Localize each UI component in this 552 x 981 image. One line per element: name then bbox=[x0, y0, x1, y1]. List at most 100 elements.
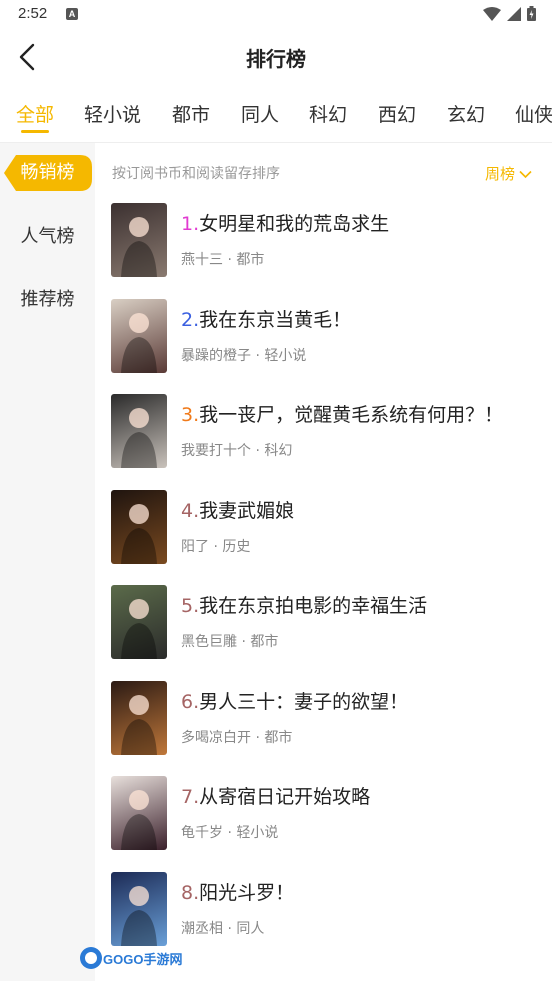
book-rank: 6. bbox=[181, 690, 200, 713]
book-meta: 阳了 · 历史 bbox=[181, 536, 250, 556]
book-title: 3.我一丧尸，觉醒黄毛系统有何用？！ bbox=[181, 400, 503, 427]
book-title-text: 阳光斗罗！ bbox=[199, 881, 295, 904]
book-title-text: 女明星和我的荒岛求生 bbox=[199, 213, 390, 235]
book-meta: 潮丞相 · 同人 bbox=[181, 918, 264, 938]
book-title: 6.男人三十：妻子的欲望！ bbox=[181, 687, 408, 714]
book-title: 2.我在东京当黄毛！ bbox=[181, 305, 351, 332]
book-rank: 1. bbox=[181, 213, 200, 235]
book-meta: 燕十三 · 都市 bbox=[181, 249, 264, 269]
meta-separator: · bbox=[251, 347, 265, 364]
book-genre: 科幻 bbox=[264, 443, 293, 459]
tab-fan-fiction[interactable]: 同人 bbox=[241, 100, 279, 127]
meta-separator: · bbox=[237, 634, 251, 650]
tab-all[interactable]: 全部 bbox=[16, 100, 54, 127]
tab-eastern-fantasy[interactable]: 玄幻 bbox=[447, 100, 485, 127]
book-author: 燕十三 bbox=[181, 252, 223, 268]
book-title-text: 从寄宿日记开始攻略 bbox=[199, 786, 371, 808]
book-cover-image bbox=[111, 489, 167, 564]
book-meta: 我要打十个 · 科幻 bbox=[181, 440, 292, 460]
book-rank: 5. bbox=[181, 595, 200, 617]
book-title-text: 我妻武媚娘 bbox=[199, 499, 295, 522]
header: 排行榜 bbox=[0, 30, 552, 86]
meta-separator: · bbox=[223, 252, 237, 268]
book-cover-image bbox=[111, 776, 167, 850]
meta-separator: · bbox=[251, 729, 265, 746]
book-title: 4.我妻武媚娘 bbox=[181, 496, 294, 523]
book-row[interactable]: 7.从寄宿日记开始攻略龟千岁 · 轻小说 bbox=[111, 776, 541, 854]
meta-separator: · bbox=[223, 825, 237, 841]
book-rank: 7. bbox=[181, 786, 200, 808]
book-row[interactable]: 2.我在东京当黄毛！ 暴躁的橙子 · 轻小说 bbox=[111, 298, 541, 377]
book-row[interactable]: 5.我在东京拍电影的幸福生活黑色巨雕 · 都市 bbox=[111, 585, 541, 663]
book-meta: 暴躁的橙子 · 轻小说 bbox=[181, 345, 306, 365]
book-cover-image bbox=[111, 298, 167, 373]
tab-xianxia[interactable]: 仙侠 bbox=[515, 100, 552, 127]
book-title: 7.从寄宿日记开始攻略 bbox=[181, 782, 370, 809]
book-genre: 都市 bbox=[264, 729, 293, 746]
book-author: 暴躁的橙子 bbox=[181, 347, 251, 364]
status-icons bbox=[483, 6, 536, 21]
book-meta: 多喝凉白开 · 都市 bbox=[181, 727, 292, 747]
chevron-down-icon bbox=[519, 170, 532, 179]
book-title-text: 我一丧尸，觉醒黄毛系统有何用？！ bbox=[199, 404, 504, 426]
signal-icon bbox=[507, 6, 521, 21]
book-cover-image bbox=[111, 585, 167, 659]
book-meta: 黑色巨雕 · 都市 bbox=[181, 631, 278, 651]
tab-urban[interactable]: 都市 bbox=[172, 100, 210, 127]
period-dropdown[interactable]: 周榜 bbox=[485, 163, 532, 184]
book-row[interactable]: 1.女明星和我的荒岛求生燕十三 · 都市 bbox=[111, 203, 541, 281]
book-author: 黑色巨雕 bbox=[181, 634, 237, 650]
book-rank: 4. bbox=[181, 499, 200, 522]
book-genre: 都市 bbox=[250, 634, 279, 650]
book-author: 龟千岁 bbox=[181, 825, 223, 841]
book-genre: 轻小说 bbox=[264, 347, 307, 364]
sidebar-item-bestseller[interactable]: 畅销榜 bbox=[0, 155, 95, 191]
book-title-text: 男人三十：妻子的欲望！ bbox=[199, 690, 409, 713]
tab-sci-fi[interactable]: 科幻 bbox=[309, 100, 347, 127]
book-title: 5.我在东京拍电影的幸福生活 bbox=[181, 591, 427, 618]
notification-icon: A bbox=[66, 8, 78, 20]
book-row[interactable]: 6.男人三十：妻子的欲望！ 多喝凉白开 · 都市 bbox=[111, 680, 541, 759]
book-cover-image bbox=[111, 394, 167, 468]
sort-description: 按订阅书币和阅读留存排序 bbox=[112, 166, 280, 182]
page-title: 排行榜 bbox=[246, 47, 306, 71]
book-author: 我要打十个 bbox=[181, 443, 251, 459]
book-rank: 8. bbox=[181, 881, 200, 904]
ranking-list: 按订阅书币和阅读留存排序 周榜 1.女明星和我的荒岛求生 燕十三 · 都市 2.我在… bbox=[95, 143, 552, 981]
book-author: 阳了 bbox=[181, 538, 209, 555]
meta-separator: · bbox=[209, 538, 223, 555]
book-genre: 历史 bbox=[222, 538, 251, 555]
book-author: 潮丞相 bbox=[181, 920, 223, 937]
book-title-text: 我在东京当黄毛！ bbox=[199, 308, 352, 331]
status-time: 2:52 bbox=[18, 5, 48, 22]
book-genre: 同人 bbox=[236, 920, 265, 937]
book-rank: 2. bbox=[181, 308, 200, 331]
ranking-sidebar: 畅销榜 人气榜 推荐榜 bbox=[0, 143, 95, 981]
sidebar-item-popular[interactable]: 人气榜 bbox=[0, 219, 95, 255]
wifi-icon bbox=[483, 6, 501, 21]
book-row[interactable]: 4.我妻武媚娘阳了 · 历史 bbox=[111, 489, 541, 568]
book-title-text: 我在东京拍电影的幸福生活 bbox=[199, 595, 428, 617]
book-title: 1.女明星和我的荒岛求生 bbox=[181, 209, 389, 236]
book-row[interactable]: 8.阳光斗罗！ 潮丞相 · 同人 bbox=[111, 871, 541, 950]
book-meta: 龟千岁 · 轻小说 bbox=[181, 822, 278, 842]
tab-western-fantasy[interactable]: 西幻 bbox=[378, 100, 416, 127]
tab-light-novel[interactable]: 轻小说 bbox=[84, 100, 141, 127]
book-genre: 都市 bbox=[236, 252, 265, 268]
book-author: 多喝凉白开 bbox=[181, 729, 251, 746]
period-label: 周榜 bbox=[484, 165, 515, 183]
book-title: 8.阳光斗罗！ bbox=[181, 878, 294, 905]
watermark-text: GOGO手游网 bbox=[103, 952, 182, 967]
book-cover-image bbox=[111, 680, 167, 755]
book-cover-image bbox=[111, 203, 167, 277]
category-tabs: 全部 轻小说 都市 同人 科幻 西幻 玄幻 仙侠 bbox=[0, 88, 552, 143]
battery-icon bbox=[527, 6, 536, 21]
status-bar: 2:52 A bbox=[0, 0, 552, 30]
book-rank: 3. bbox=[181, 404, 200, 426]
book-cover-image bbox=[111, 871, 167, 946]
active-tab-indicator bbox=[21, 130, 49, 133]
sidebar-item-recommended[interactable]: 推荐榜 bbox=[0, 282, 95, 318]
meta-separator: · bbox=[223, 920, 237, 937]
meta-separator: · bbox=[251, 443, 265, 459]
book-row[interactable]: 3.我一丧尸，觉醒黄毛系统有何用？！ 我要打十个 · 科幻 bbox=[111, 394, 541, 472]
